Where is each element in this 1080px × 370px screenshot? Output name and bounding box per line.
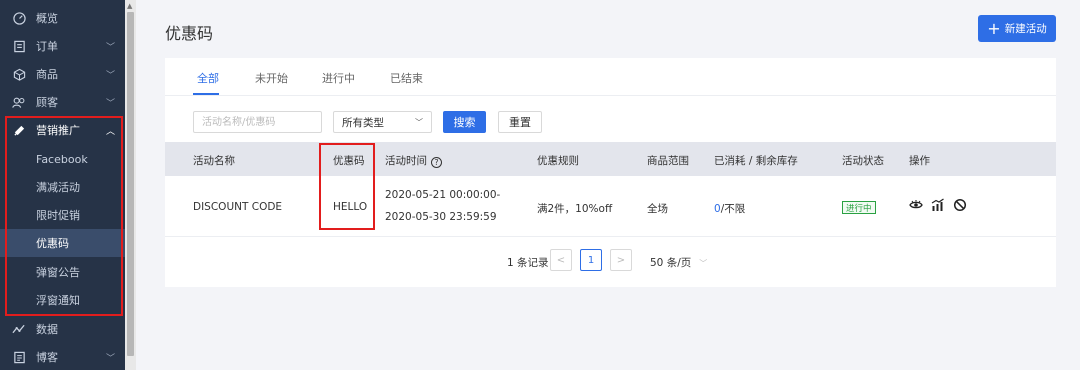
help-icon[interactable]: ? xyxy=(431,157,442,168)
stock-value: /不限 xyxy=(720,203,746,215)
prev-page-button[interactable]: < xyxy=(550,249,572,271)
row-divider xyxy=(165,236,1056,237)
sidebar: 概览 订单 ﹀ 商品 ﹀ 顾客 ﹀ 营销推广 ︿ Facebook 满减活动 限… xyxy=(0,0,125,370)
sidebar-item-data[interactable]: 数据 xyxy=(0,315,125,343)
tab-not-started[interactable]: 未开始 xyxy=(255,70,288,86)
column-header: 已消耗 / 剩余库存 xyxy=(714,155,798,167)
sidebar-item-label: 商品 xyxy=(36,68,58,81)
sidebar-item-products[interactable]: 商品 ﹀ xyxy=(0,60,125,88)
search-button[interactable]: 搜索 xyxy=(443,111,486,133)
plus-icon: + xyxy=(987,18,1001,38)
cell-time-start: 2020-05-21 00:00:00- xyxy=(385,189,501,201)
tab-ended[interactable]: 已结束 xyxy=(390,70,423,86)
column-header: 活动状态 xyxy=(842,155,884,167)
column-header: 商品范围 xyxy=(647,155,689,167)
pagination-total: 1 条记录 xyxy=(507,257,549,269)
sidebar-item-orders[interactable]: 订单 ﹀ xyxy=(0,32,125,60)
create-activity-label: 新建活动 xyxy=(1004,23,1047,35)
tab-all[interactable]: 全部 xyxy=(197,70,219,86)
scrollbar-thumb[interactable] xyxy=(127,12,134,356)
cell-scope: 全场 xyxy=(647,203,668,215)
order-icon xyxy=(12,39,26,53)
highlight-box-code xyxy=(319,143,375,230)
discount-code-panel: 全部 未开始 进行中 已结束 所有类型 ﹀ 搜索 重置 活动名称 优惠码 活动时… xyxy=(165,58,1056,287)
disable-icon[interactable] xyxy=(953,198,967,212)
column-header-time: 活动时间? xyxy=(385,153,442,168)
column-header: 优惠规则 xyxy=(537,155,579,167)
used-count-link[interactable]: 0 xyxy=(714,203,721,215)
type-select-value: 所有类型 xyxy=(342,116,384,129)
cell-time-end: 2020-05-30 23:59:59 xyxy=(385,211,497,223)
sidebar-item-label: 博客 xyxy=(36,351,58,364)
highlight-box-marketing xyxy=(5,116,123,316)
data-icon xyxy=(12,322,26,336)
next-page-button[interactable]: > xyxy=(610,249,632,271)
stats-icon[interactable] xyxy=(931,198,945,212)
cell-activity-name: DISCOUNT CODE xyxy=(193,201,283,213)
customer-icon xyxy=(12,95,26,109)
cell-rule: 满2件，10%off xyxy=(537,203,613,215)
chevron-down-icon: ﹀ xyxy=(415,117,423,127)
chevron-down-icon: ﹀ xyxy=(699,259,708,268)
sidebar-item-label: 顾客 xyxy=(36,96,58,109)
scroll-up-arrow-icon[interactable]: ▲ xyxy=(127,2,132,10)
column-header: 操作 xyxy=(909,155,930,167)
sidebar-item-blog[interactable]: 博客 ﹀ xyxy=(0,343,125,370)
view-icon[interactable] xyxy=(909,198,923,212)
type-select[interactable]: 所有类型 ﹀ xyxy=(333,111,432,133)
overview-icon xyxy=(12,11,26,25)
sidebar-scrollbar[interactable]: ▲ xyxy=(125,0,136,370)
reset-button[interactable]: 重置 xyxy=(498,111,542,133)
column-header: 活动名称 xyxy=(193,155,235,167)
sidebar-item-label: 概览 xyxy=(36,12,58,25)
sidebar-item-label: 订单 xyxy=(36,40,58,53)
search-input[interactable] xyxy=(193,111,322,133)
chevron-down-icon: ﹀ xyxy=(105,70,115,81)
tab-divider xyxy=(165,95,1056,96)
page-size-select[interactable]: 50 条/页 ﹀ xyxy=(650,255,707,270)
column-header: 活动时间 xyxy=(385,155,427,167)
create-activity-button[interactable]: + 新建活动 xyxy=(978,15,1056,42)
blog-icon xyxy=(12,350,26,364)
page-title: 优惠码 xyxy=(165,24,214,43)
chevron-down-icon: ﹀ xyxy=(105,42,115,53)
page-size-value: 50 条/页 xyxy=(650,257,692,269)
sidebar-item-customers[interactable]: 顾客 ﹀ xyxy=(0,88,125,116)
page-number-button[interactable]: 1 xyxy=(580,249,602,271)
table-header: 活动名称 优惠码 活动时间? 优惠规则 商品范围 已消耗 / 剩余库存 活动状态… xyxy=(165,142,1056,176)
product-icon xyxy=(12,67,26,81)
tab-in-progress[interactable]: 进行中 xyxy=(322,70,355,86)
sidebar-item-label: 数据 xyxy=(36,323,58,336)
status-badge: 进行中 xyxy=(842,201,876,214)
chevron-down-icon: ﹀ xyxy=(105,98,115,109)
chevron-down-icon: ﹀ xyxy=(105,353,115,364)
cell-usage: 0/不限 xyxy=(714,201,745,216)
sidebar-item-overview[interactable]: 概览 xyxy=(0,4,125,32)
